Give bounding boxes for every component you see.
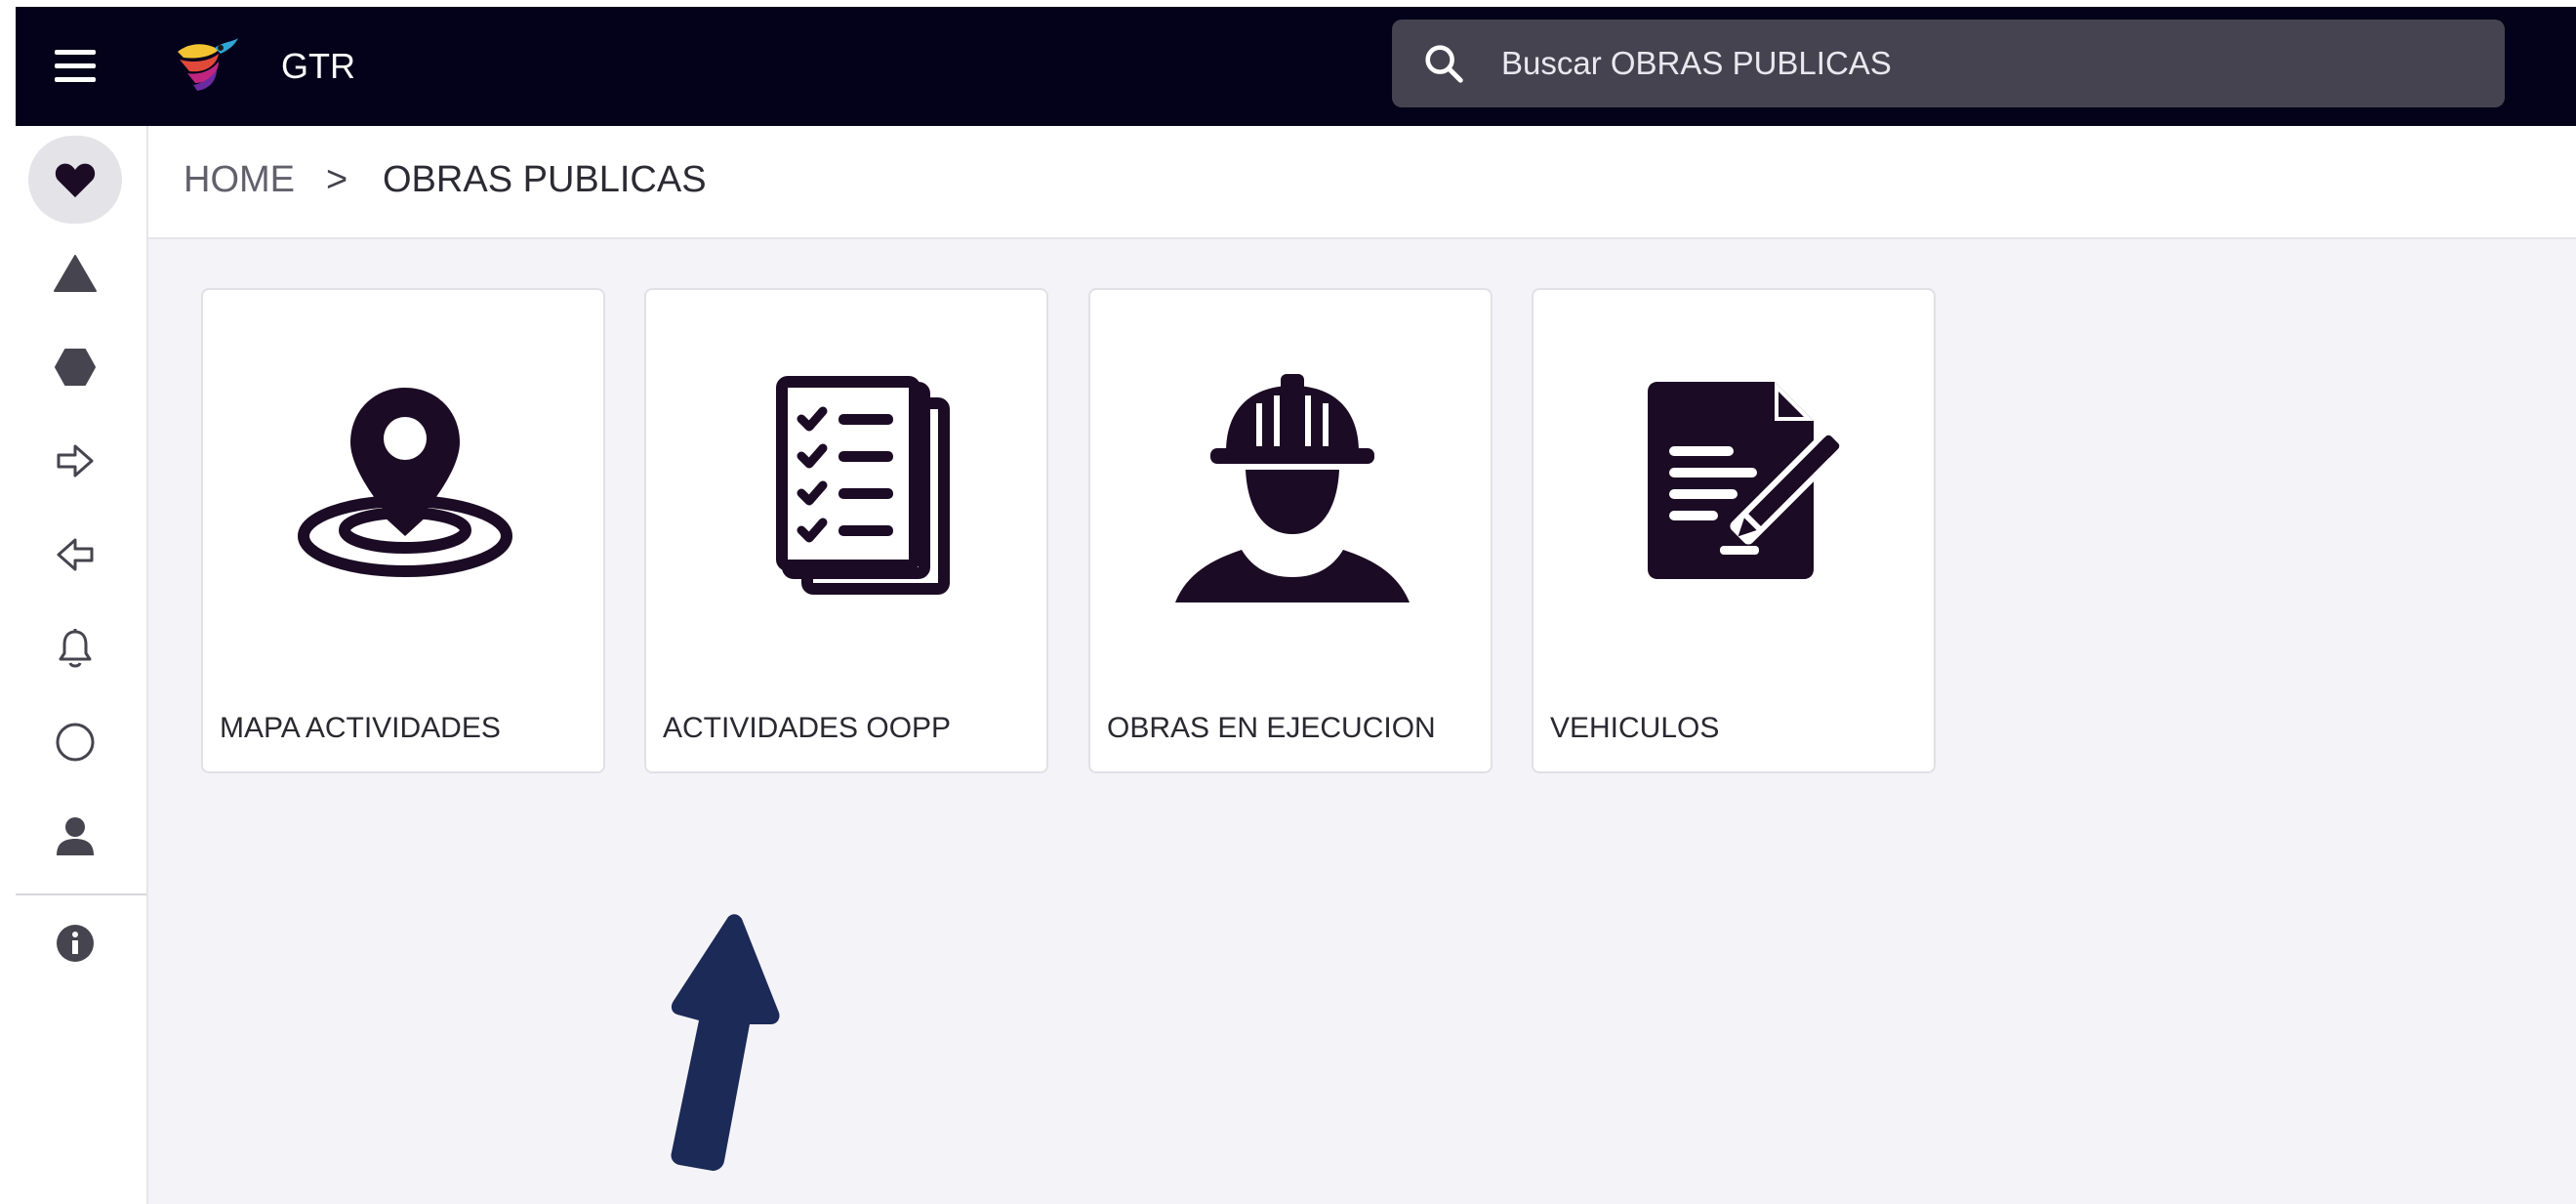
sidebar-item-forward[interactable] <box>28 417 122 505</box>
sidebar-item-info[interactable] <box>28 899 122 987</box>
breadcrumb: HOME > OBRAS PUBLICAS <box>148 126 2576 239</box>
bell-icon <box>59 629 92 668</box>
checklist-icon <box>776 376 950 595</box>
search-input[interactable] <box>1501 39 2458 88</box>
tile-label: OBRAS EN EJECUCION <box>1107 712 1436 744</box>
info-icon <box>57 925 94 962</box>
pointer-arrow-icon <box>671 914 780 1171</box>
tile-obras-en-ejecucion[interactable]: OBRAS EN EJECUCION <box>1088 288 1492 773</box>
search-icon[interactable] <box>1421 41 1466 86</box>
sidebar-item-circle[interactable] <box>28 698 122 786</box>
breadcrumb-current: OBRAS PUBLICAS <box>383 159 707 200</box>
search-bar[interactable] <box>1392 20 2505 107</box>
sidebar-item-user[interactable] <box>28 792 122 880</box>
triangle-icon <box>54 255 97 292</box>
sidebar-item-favorites[interactable] <box>28 136 122 224</box>
sidebar-item-back[interactable] <box>28 511 122 599</box>
sidebar-item-hexagon[interactable] <box>28 323 122 411</box>
tile-label: ACTIVIDADES OOPP <box>663 712 952 744</box>
sidebar-divider <box>16 893 146 895</box>
tile-actividades-oopp[interactable]: ACTIVIDADES OOPP <box>644 288 1048 773</box>
circle-icon <box>56 723 95 762</box>
arrow-right-icon <box>57 444 94 477</box>
arrow-left-icon <box>57 538 94 571</box>
breadcrumb-home-link[interactable]: HOME <box>184 155 295 204</box>
hamburger-menu-icon[interactable] <box>55 46 96 87</box>
sidebar-item-notifications[interactable] <box>28 604 122 692</box>
breadcrumb-separator: > <box>326 159 348 200</box>
app-title: GTR <box>281 46 355 86</box>
user-icon <box>57 817 94 855</box>
tile-mapa-actividades[interactable]: MAPA ACTIVIDADES <box>201 288 605 773</box>
construction-worker-icon <box>1175 374 1410 602</box>
map-pin-icon <box>298 388 512 577</box>
hexagon-icon <box>55 349 96 386</box>
hummingbird-logo-icon <box>178 38 238 91</box>
document-edit-icon <box>1648 382 1843 579</box>
sidebar-item-triangle[interactable] <box>28 229 122 317</box>
tile-vehiculos[interactable]: VEHICULOS <box>1532 288 1936 773</box>
tile-label: VEHICULOS <box>1550 712 1720 744</box>
tile-label: MAPA ACTIVIDADES <box>220 712 501 744</box>
heart-icon <box>55 163 96 198</box>
sidebar <box>16 126 148 1204</box>
top-bar: GTR <box>16 7 2576 126</box>
app-window: GTR Buscar OBRAS PUBLICAS HOME > OBRAS P… <box>16 7 2576 1204</box>
